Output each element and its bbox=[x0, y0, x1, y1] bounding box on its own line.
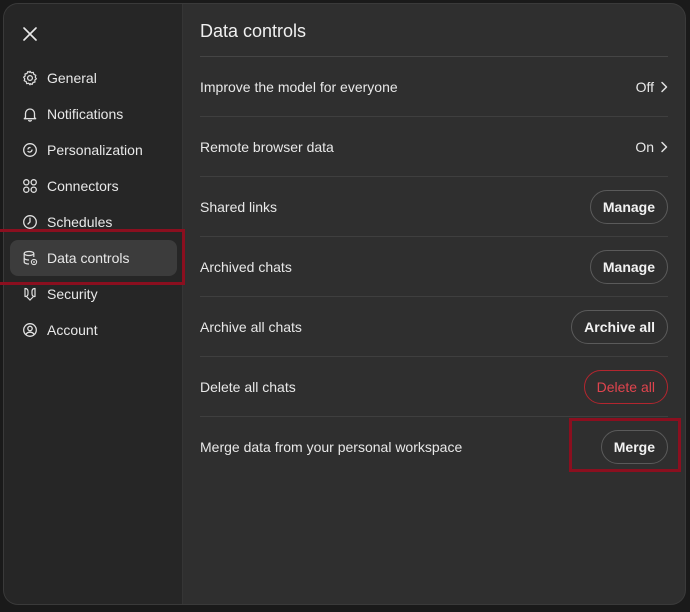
setting-row-improve-model: Improve the model for everyone Off bbox=[200, 57, 668, 117]
sidebar-item-security[interactable]: Security bbox=[10, 276, 177, 312]
settings-nav: General Notifications Personalization Co… bbox=[10, 60, 177, 348]
setting-row-archived-chats: Archived chats Manage bbox=[200, 237, 668, 297]
setting-label: Archived chats bbox=[200, 258, 292, 275]
setting-value: Off bbox=[635, 78, 654, 95]
improve-model-toggle[interactable]: Off bbox=[636, 79, 668, 95]
sidebar-item-connectors[interactable]: Connectors bbox=[10, 168, 177, 204]
sidebar-item-label: General bbox=[47, 70, 97, 86]
setting-label: Delete all chats bbox=[200, 378, 296, 395]
manage-archived-chats-button[interactable]: Manage bbox=[589, 249, 668, 284]
setting-label: Remote browser data bbox=[200, 138, 334, 155]
connectors-icon bbox=[21, 177, 39, 195]
settings-rows: Improve the model for everyone Off Remot… bbox=[200, 57, 668, 477]
delete-all-button[interactable]: Delete all bbox=[583, 369, 668, 404]
sidebar-item-label: Personalization bbox=[47, 142, 143, 158]
page-title: Data controls bbox=[200, 21, 307, 41]
bell-icon bbox=[21, 105, 39, 123]
remote-browser-data-toggle[interactable]: On bbox=[635, 139, 668, 155]
sidebar-item-label: Notifications bbox=[47, 106, 124, 122]
setting-label: Shared links bbox=[200, 198, 278, 215]
database-gear-icon bbox=[21, 249, 39, 267]
chevron-right-icon bbox=[660, 141, 668, 153]
setting-row-archive-all: Archive all chats Archive all bbox=[200, 297, 668, 357]
setting-label: Archive all chats bbox=[200, 318, 302, 335]
merge-button[interactable]: Merge bbox=[600, 430, 668, 464]
setting-row-merge-data: Merge data from your personal workspace … bbox=[200, 417, 668, 477]
sidebar-item-account[interactable]: Account bbox=[10, 312, 177, 348]
sidebar-item-label: Connectors bbox=[47, 178, 119, 194]
data-controls-panel: Data controls Improve the model for ever… bbox=[200, 4, 668, 604]
close-icon bbox=[23, 27, 37, 41]
setting-label: Merge data from your personal workspace bbox=[200, 439, 463, 455]
sidebar-item-label: Security bbox=[47, 286, 98, 302]
personalization-icon bbox=[21, 141, 39, 159]
sidebar-item-schedules[interactable]: Schedules bbox=[10, 204, 177, 240]
account-icon bbox=[21, 321, 39, 339]
manage-shared-links-button[interactable]: Manage bbox=[589, 189, 668, 224]
security-icon bbox=[21, 285, 39, 303]
settings-dialog: General Notifications Personalization Co… bbox=[4, 4, 685, 604]
sidebar-item-data-controls[interactable]: Data controls bbox=[10, 240, 177, 276]
sidebar-item-general[interactable]: General bbox=[10, 60, 177, 96]
setting-row-delete-all: Delete all chats Delete all bbox=[200, 357, 668, 417]
close-button[interactable] bbox=[18, 22, 42, 46]
setting-value: On bbox=[635, 138, 654, 155]
sidebar-item-label: Data controls bbox=[47, 250, 130, 266]
archive-all-button[interactable]: Archive all bbox=[571, 309, 668, 344]
sidebar-item-notifications[interactable]: Notifications bbox=[10, 96, 177, 132]
sidebar-item-personalization[interactable]: Personalization bbox=[10, 132, 177, 168]
sidebar-item-label: Account bbox=[47, 322, 98, 338]
chevron-right-icon bbox=[660, 81, 668, 93]
sidebar-item-label: Schedules bbox=[47, 214, 113, 230]
clock-icon bbox=[21, 213, 39, 231]
setting-row-remote-browser-data: Remote browser data On bbox=[200, 117, 668, 177]
gear-icon bbox=[21, 69, 39, 87]
setting-label: Improve the model for everyone bbox=[200, 78, 398, 95]
settings-sidebar: General Notifications Personalization Co… bbox=[4, 4, 183, 604]
setting-row-shared-links: Shared links Manage bbox=[200, 177, 668, 237]
